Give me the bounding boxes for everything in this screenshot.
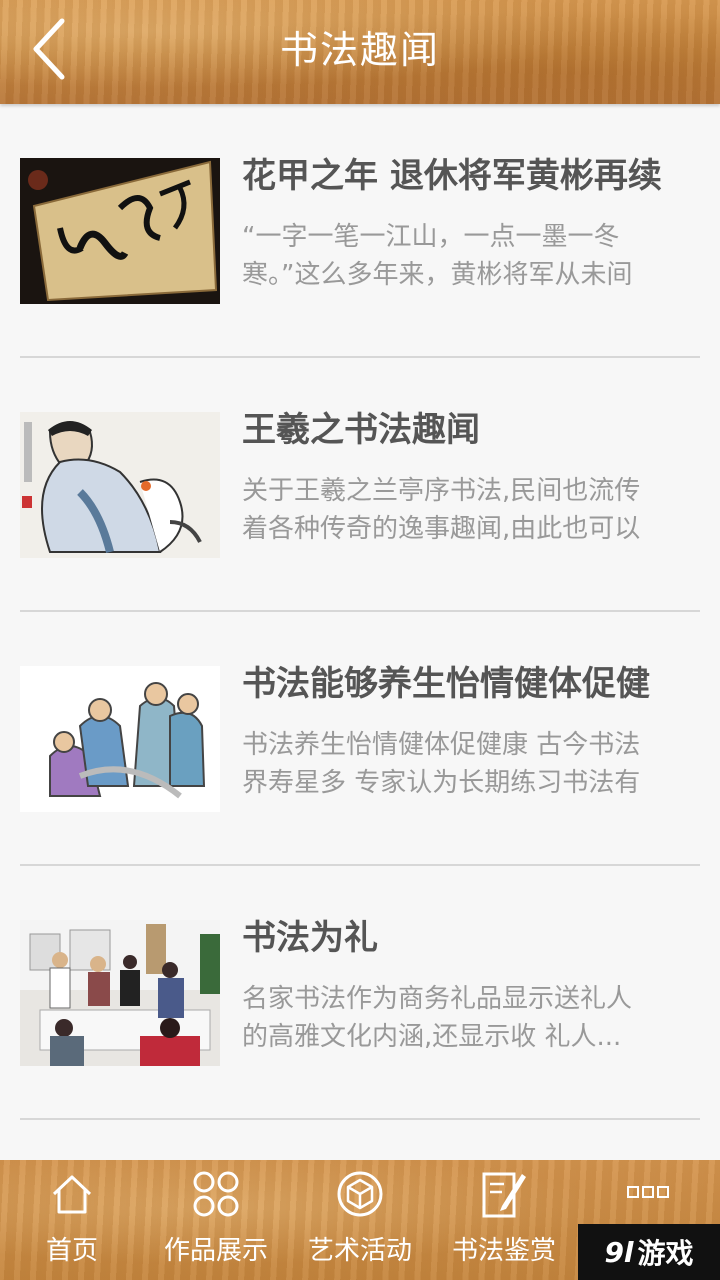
nav-item-home[interactable]: 首页 xyxy=(0,1160,144,1280)
article-summary: “一字一笔一江山，一点一墨一冬寒。”这么多年来，黄彬将军从未间 xyxy=(242,222,633,290)
article-thumbnail xyxy=(20,412,220,558)
article-title: 花甲之年 退休将军黄彬再续 xyxy=(242,156,662,196)
box-icon xyxy=(334,1168,386,1220)
article-summary: 关于王羲之兰亭序书法,民间也流传着各种传奇的逸事趣闻,由此也可以 xyxy=(242,476,641,544)
nav-item-works[interactable]: 作品展示 xyxy=(144,1160,288,1280)
article-title: 书法为礼 xyxy=(242,918,378,958)
list-item[interactable]: 王羲之书法趣闻 关于王羲之兰亭序书法,民间也流传着各种传奇的逸事趣闻,由此也可以 xyxy=(20,358,700,612)
more-icon xyxy=(627,1186,669,1198)
article-thumbnail xyxy=(20,158,220,304)
nav-label: 艺术活动 xyxy=(307,1236,412,1266)
edit-icon xyxy=(478,1168,530,1220)
article-thumbnail xyxy=(20,666,220,812)
nav-item-activities[interactable]: 艺术活动 xyxy=(288,1160,432,1280)
article-list: 花甲之年 退休将军黄彬再续 “一字一笔一江山，一点一墨一冬寒。”这么多年来，黄彬… xyxy=(20,104,700,1120)
article-title: 书法能够养生怡情健体促健 xyxy=(242,664,650,704)
list-item[interactable]: 书法能够养生怡情健体促健 书法养生怡情健体促健康 古今书法界寿星多 专家认为长期… xyxy=(20,612,700,866)
article-thumbnail xyxy=(20,920,220,1066)
home-icon xyxy=(46,1168,98,1220)
article-title: 王羲之书法趣闻 xyxy=(242,410,480,450)
article-summary: 名家书法作为商务礼品显示送礼人的高雅文化内涵,还显示收 礼人...他 xyxy=(242,984,633,1052)
nav-label: 书法鉴赏 xyxy=(451,1236,556,1266)
grid-icon xyxy=(190,1168,242,1220)
nav-label: 首页 xyxy=(45,1236,98,1266)
list-item[interactable]: 花甲之年 退休将军黄彬再续 “一字一笔一江山，一点一墨一冬寒。”这么多年来，黄彬… xyxy=(20,104,700,358)
nav-label: 作品展示 xyxy=(163,1236,268,1266)
list-item[interactable]: 书法为礼 名家书法作为商务礼品显示送礼人的高雅文化内涵,还显示收 礼人...他 xyxy=(20,866,700,1120)
article-summary: 书法养生怡情健体促健康 古今书法界寿星多 专家认为长期练习书法有 xyxy=(242,730,641,798)
nav-item-appreciation[interactable]: 书法鉴赏 xyxy=(432,1160,576,1280)
page-title: 书法趣闻 xyxy=(279,28,440,72)
watermark-logo: 9l 游戏 xyxy=(578,1224,720,1280)
title-bar: 书法趣闻 xyxy=(0,0,720,104)
